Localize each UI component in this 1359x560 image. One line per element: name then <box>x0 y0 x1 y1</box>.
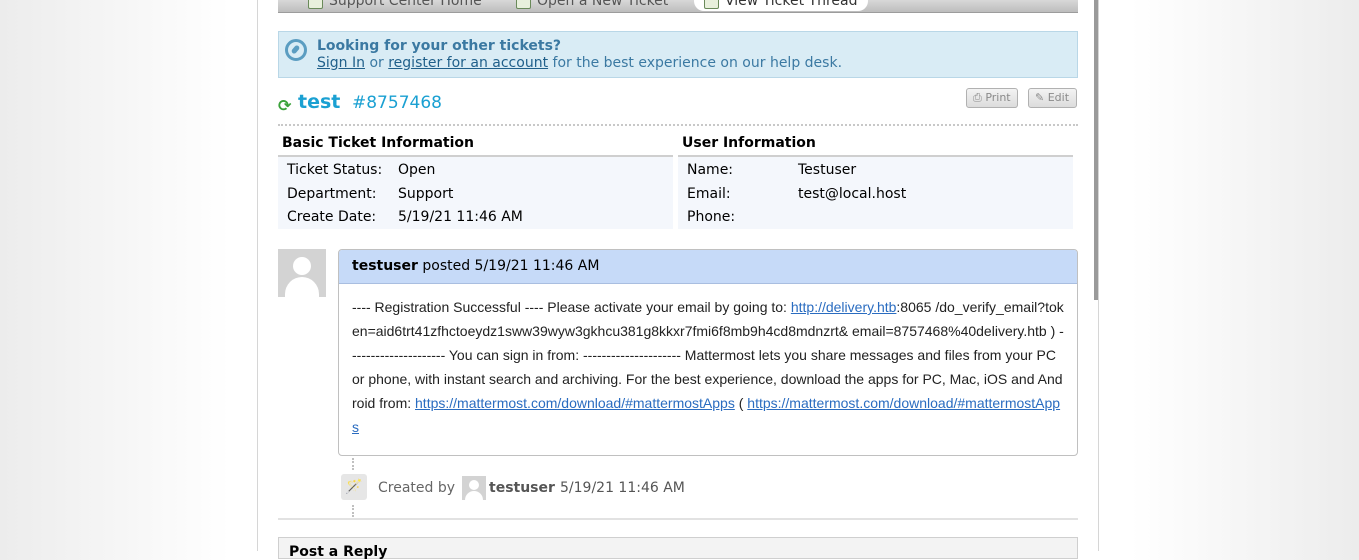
notice-text: Sign In or register for an account for t… <box>317 55 842 71</box>
mattermost-link[interactable]: https://mattermost.com/download/#matterm… <box>415 395 735 411</box>
thread-event: 🪄 Created by testuser 5/19/21 11:46 AM <box>338 471 938 505</box>
nav-view-thread-label: View Ticket Thread <box>725 0 858 9</box>
thread-entry: testuser posted 5/19/21 11:46 AM ---- Re… <box>338 249 1078 456</box>
user-info-heading: User Information <box>678 135 1073 157</box>
info-value: 5/19/21 11:46 AM <box>398 209 523 225</box>
home-icon <box>308 0 323 9</box>
refresh-icon[interactable]: ⟳ <box>278 96 291 115</box>
delivery-link[interactable]: http://delivery.htb <box>791 299 897 315</box>
thread-entry-header: testuser posted 5/19/21 11:46 AM <box>339 250 1077 284</box>
info-row-create-date: Create Date: 5/19/21 11:46 AM <box>278 206 673 230</box>
info-label: Ticket Status: <box>287 162 383 178</box>
edit-icon: ✎ <box>1035 91 1045 104</box>
info-row-email: Email: test@local.host <box>678 183 1073 207</box>
info-row-phone: Phone: <box>678 206 1073 230</box>
entry-text: ( <box>734 395 748 411</box>
print-label: Print <box>985 91 1011 104</box>
ticket-thread-icon <box>704 0 719 9</box>
section-separator <box>278 518 1078 520</box>
basic-info-heading: Basic Ticket Information <box>278 135 673 157</box>
info-value: Open <box>398 162 436 178</box>
info-value: test@local.host <box>798 185 907 202</box>
edit-button[interactable]: ✎ Edit <box>1028 88 1077 108</box>
nav-open-ticket[interactable]: Open a New Ticket <box>516 0 668 11</box>
new-ticket-icon <box>516 0 531 9</box>
nav-view-thread[interactable]: View Ticket Thread <box>694 0 868 11</box>
info-label: Phone: <box>687 209 736 225</box>
thread-connector <box>352 505 354 517</box>
entry-text: ---- Registration Successful ---- Please… <box>352 299 791 315</box>
ticket-subject: test <box>298 91 341 113</box>
sign-in-link[interactable]: Sign In <box>317 55 365 71</box>
basic-ticket-info: Basic Ticket Information Ticket Status: O… <box>278 135 673 229</box>
avatar <box>462 476 486 500</box>
notice-title: Looking for your other tickets? <box>317 38 562 54</box>
ticket-number: #8757468 <box>352 93 442 113</box>
info-label: Name: <box>687 162 734 178</box>
nav-home-label: Support Center Home <box>329 0 482 9</box>
info-row-name: Name: Testuser <box>678 159 1073 183</box>
reply-heading: Post a Reply <box>289 544 388 560</box>
compass-icon <box>285 39 307 61</box>
thread-connector <box>352 458 354 470</box>
notice-suffix: for the best experience on our help desk… <box>548 55 843 71</box>
event-user: testuser <box>489 480 555 496</box>
avatar <box>278 249 326 297</box>
info-label: Email: <box>687 185 731 202</box>
magic-wand-icon: 🪄 <box>341 474 367 500</box>
nav-open-ticket-label: Open a New Ticket <box>537 0 669 9</box>
notice-or: or <box>365 55 389 71</box>
thread-entry-body: ---- Registration Successful ---- Please… <box>339 284 1077 439</box>
page-container: Support Center Home Open a New Ticket Vi… <box>257 0 1099 560</box>
entry-author: testuser <box>352 258 418 274</box>
event-date: 5/19/21 11:46 AM <box>560 480 685 496</box>
header-divider <box>278 124 1078 126</box>
nav-home[interactable]: Support Center Home <box>308 0 482 11</box>
print-button[interactable]: ⎙ Print <box>966 88 1018 108</box>
scrollbar[interactable] <box>1094 0 1098 300</box>
ticket-header: ⟳ test #8757468 ⎙ Print ✎ Edit <box>278 88 1078 115</box>
event-prefix: Created by <box>378 480 456 496</box>
info-value: Support <box>398 185 454 202</box>
info-label: Department: <box>287 185 377 202</box>
post-reply-section: Post a Reply <box>278 537 1078 560</box>
info-row-status: Ticket Status: Open <box>278 159 673 183</box>
top-navigation: Support Center Home Open a New Ticket Vi… <box>278 0 1078 13</box>
info-value: Testuser <box>798 162 857 178</box>
user-info: User Information Name: Testuser Email: tes… <box>678 135 1073 229</box>
print-icon: ⎙ <box>973 91 982 104</box>
other-tickets-notice: Looking for your other tickets? Sign In … <box>278 31 1078 78</box>
register-link[interactable]: register for an account <box>388 55 548 71</box>
entry-posted: posted 5/19/21 11:46 AM <box>417 258 600 274</box>
info-label: Create Date: <box>287 209 377 225</box>
edit-label: Edit <box>1047 91 1070 104</box>
info-row-department: Department: Support <box>278 183 673 207</box>
